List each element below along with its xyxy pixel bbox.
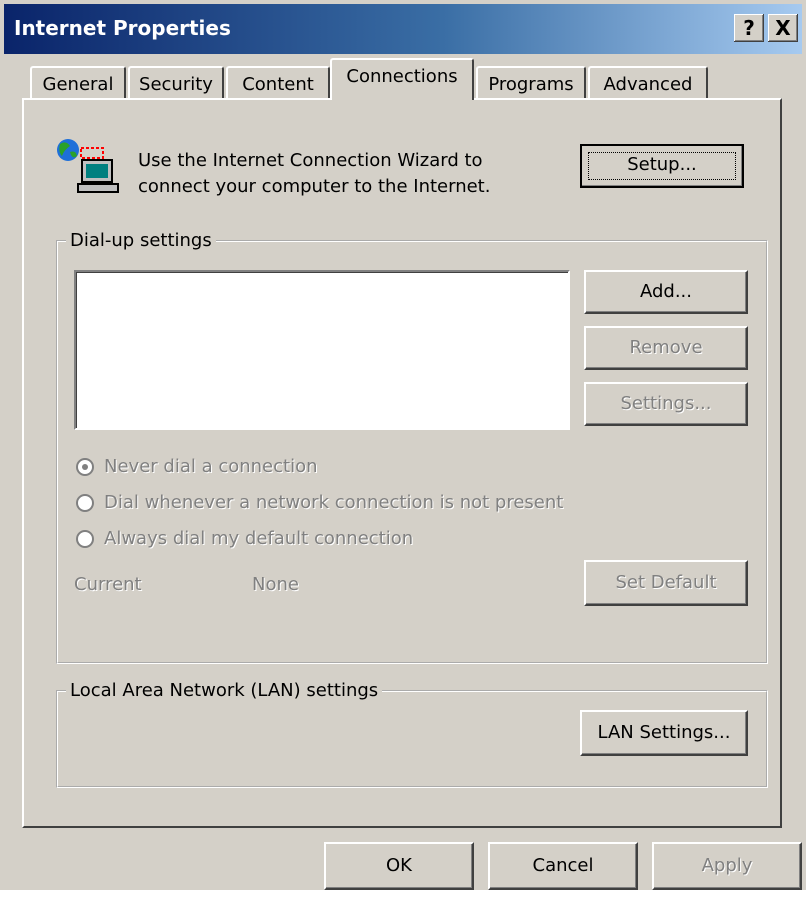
dialup-settings-label: Dial-up settings: [66, 230, 216, 251]
tab-connections[interactable]: Connections: [330, 58, 474, 100]
lan-settings-button-label: LAN Settings...: [597, 722, 731, 743]
ok-button-label: OK: [386, 855, 412, 876]
connections-panel: Use the Internet Connection Wizard to co…: [22, 98, 782, 828]
title-bar[interactable]: Internet Properties ? X: [4, 4, 802, 54]
ok-button[interactable]: OK: [324, 842, 474, 890]
radio-label: Always dial my default connection: [104, 528, 414, 549]
tab-content[interactable]: Content: [226, 66, 330, 102]
radio-always-dial[interactable]: Always dial my default connection: [76, 528, 413, 549]
cancel-button-label: Cancel: [532, 855, 594, 876]
window-title: Internet Properties: [14, 16, 231, 40]
tab-advanced[interactable]: Advanced: [588, 66, 708, 102]
setup-button[interactable]: Setup...: [580, 144, 744, 188]
settings-button[interactable]: Settings...: [584, 382, 748, 426]
wizard-line-1: Use the Internet Connection Wizard to: [138, 150, 483, 171]
set-default-button[interactable]: Set Default: [584, 560, 748, 606]
tab-label: General: [42, 74, 114, 95]
lan-settings-label: Local Area Network (LAN) settings: [66, 680, 383, 701]
radio-never-dial[interactable]: Never dial a connection: [76, 456, 318, 477]
cancel-button[interactable]: Cancel: [488, 842, 638, 890]
help-button[interactable]: ?: [734, 14, 764, 42]
settings-button-label: Settings...: [620, 393, 712, 414]
internet-properties-dialog: Internet Properties ? X General Security…: [0, 0, 806, 890]
apply-button-label: Apply: [701, 855, 753, 876]
dialup-connections-list[interactable]: [74, 270, 570, 430]
remove-button-label: Remove: [629, 337, 703, 358]
radio-indicator: [76, 529, 94, 548]
focus-rectangle: [588, 152, 736, 180]
tab-label: Content: [242, 74, 314, 95]
tab-programs[interactable]: Programs: [476, 66, 586, 102]
add-button-label: Add...: [639, 281, 692, 302]
tab-label: Connections: [346, 66, 458, 87]
radio-indicator: [76, 493, 94, 512]
tab-label: Advanced: [603, 74, 693, 95]
set-default-button-label: Set Default: [615, 572, 717, 593]
remove-button[interactable]: Remove: [584, 326, 748, 370]
tab-label: Programs: [488, 74, 574, 95]
radio-label: Never dial a connection: [104, 456, 318, 477]
apply-button[interactable]: Apply: [652, 842, 802, 890]
lan-settings-button[interactable]: LAN Settings...: [580, 710, 748, 756]
radio-indicator: [76, 457, 94, 476]
tab-general[interactable]: General: [30, 66, 126, 102]
internet-connection-wizard-icon: [52, 136, 122, 196]
add-button[interactable]: Add...: [584, 270, 748, 314]
radio-dial-whenever[interactable]: Dial whenever a network connection is no…: [76, 492, 563, 513]
current-value: None: [252, 574, 299, 595]
tab-label: Security: [139, 74, 213, 95]
current-label: Current: [74, 574, 142, 595]
radio-label: Dial whenever a network connection is no…: [104, 492, 564, 513]
wizard-line-2: connect your computer to the Internet.: [138, 176, 491, 197]
tab-security[interactable]: Security: [128, 66, 224, 102]
close-button[interactable]: X: [768, 14, 798, 42]
close-icon: X: [775, 16, 791, 40]
help-icon: ?: [743, 16, 755, 40]
wizard-description: Use the Internet Connection Wizard to co…: [138, 148, 490, 200]
